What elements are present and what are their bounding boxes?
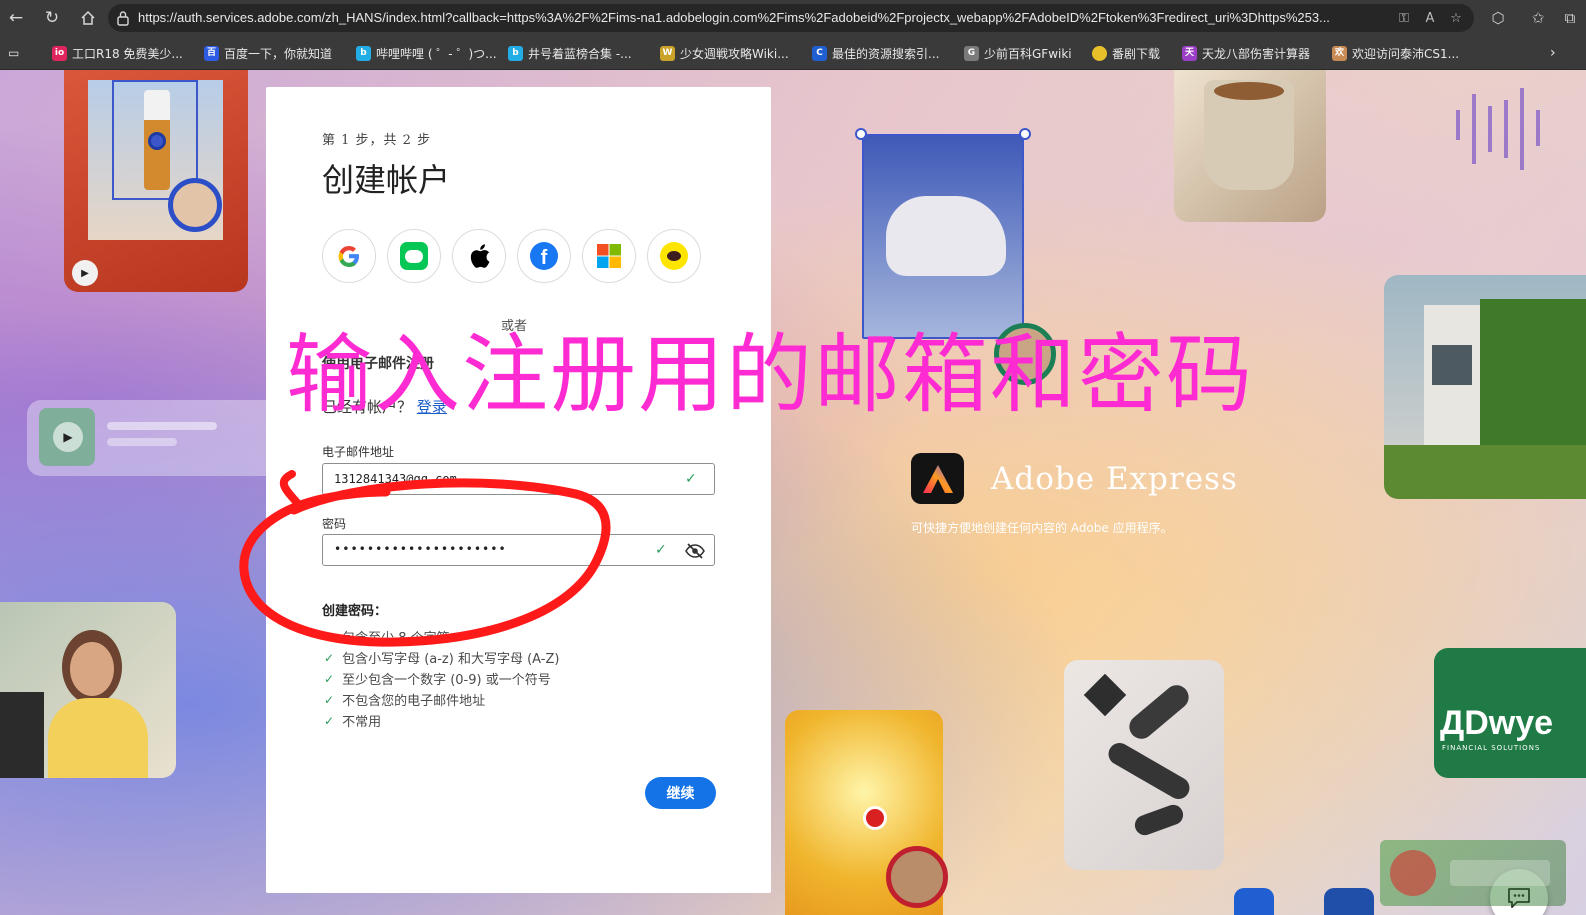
tile-handle xyxy=(1019,128,1031,140)
tile-coffee xyxy=(1174,70,1326,222)
email-label: 电子邮件地址 xyxy=(322,445,395,459)
product-name: Adobe Express xyxy=(991,461,1238,497)
bookmark-item[interactable]: W 少女週戦攻略Wiki... xyxy=(660,44,789,62)
tile-bottom-decor xyxy=(1234,880,1374,915)
apple-signin-button[interactable] xyxy=(452,229,506,283)
tile-audio-wave xyxy=(1448,80,1568,180)
check-icon: ✓ xyxy=(324,692,335,707)
extensions-icon[interactable]: ⬡ xyxy=(1486,6,1510,30)
tile-sneaker xyxy=(862,134,1024,339)
kakao-signin-button[interactable] xyxy=(647,229,701,283)
dwyer-logo-subtext: FINANCIAL SOLUTIONS xyxy=(1442,744,1541,752)
refresh-icon[interactable]: ↻ xyxy=(40,6,64,30)
avatar xyxy=(886,846,948,908)
play-circle-icon: ▶ xyxy=(53,422,83,452)
bookmark-icon: 天 xyxy=(1182,45,1197,61)
address-bar[interactable]: https://auth.services.adobe.com/zh_HANS/… xyxy=(108,4,1474,32)
email-valid-check-icon: ✓ xyxy=(685,471,697,487)
bookmark-item[interactable]: 百百度一下，你就知道 xyxy=(204,44,332,62)
bookmark-item[interactable]: b 井号着蓝榜合集 -... xyxy=(508,44,632,62)
favorite-star-icon[interactable]: ☆ xyxy=(1446,8,1466,28)
bookmark-icon: io xyxy=(52,45,67,61)
bookmark-icon: b xyxy=(356,45,371,61)
product-description: 可快捷方便地创建任何内容的 Adobe 应用程序。 xyxy=(911,521,1173,535)
line-icon xyxy=(400,242,428,270)
bookmark-item[interactable]: 欢欢迎访问泰沛CS1... xyxy=(1332,44,1459,62)
page-title: 创建帐户 xyxy=(322,161,451,199)
read-aloud-icon[interactable]: A xyxy=(1420,8,1440,28)
bookmarks-overflow-icon[interactable]: › xyxy=(1550,44,1556,62)
password-requirement: ✓ 至少包含一个数字 (0-9) 或一个符号 xyxy=(324,671,551,689)
tile-woman-photo xyxy=(0,602,176,778)
line-signin-button[interactable] xyxy=(387,229,441,283)
tile-serum-bottle: ▶ xyxy=(64,70,248,292)
annotation-circle xyxy=(239,470,611,647)
continue-button[interactable]: 继续 xyxy=(645,777,716,809)
lock-icon[interactable] xyxy=(116,10,130,26)
play-icon: ▶ xyxy=(72,260,98,286)
bookmark-icon: W xyxy=(660,45,675,61)
bookmark-icon: 百 xyxy=(204,45,219,61)
bookmark-icon: C xyxy=(812,45,827,61)
bookmark-item[interactable]: G 少前百科GFwiki xyxy=(964,44,1072,62)
hide-password-icon[interactable] xyxy=(685,543,705,559)
password-valid-check-icon: ✓ xyxy=(655,542,667,558)
bookmark-item[interactable]: 天天龙八部伤害计算器 xyxy=(1182,44,1310,62)
bookmark-icon: G xyxy=(964,45,979,61)
tile-video-card: ▶ xyxy=(27,400,279,476)
bookmarks-menu-icon[interactable]: ▭ xyxy=(8,44,19,62)
key-icon[interactable]: ⚿ xyxy=(1394,8,1414,28)
microsoft-signin-button[interactable] xyxy=(582,229,636,283)
bookmark-icon xyxy=(1092,45,1107,61)
bookmarks-bar: ▭ io 工口R18 免费美少... 百百度一下，你就知道 b 哔哩哔哩 ( ゜- … xyxy=(0,36,1586,70)
signup-page: ▶ ▶ ДDwye FINANCIAL SOLUTIONS Adobe Expr… xyxy=(0,70,1586,915)
apple-icon xyxy=(470,244,490,268)
password-requirement: ✓ 不常用 xyxy=(324,713,382,731)
tile-liquid-metal xyxy=(1064,660,1224,870)
back-icon[interactable]: ← xyxy=(4,6,28,30)
google-icon xyxy=(338,246,359,267)
kakao-icon xyxy=(660,242,688,270)
bookmark-icon: 欢 xyxy=(1332,45,1347,61)
tutorial-overlay-text: 输入注册用的邮箱和密码 xyxy=(286,325,1254,425)
dwyer-logo-text: ДDwye xyxy=(1440,704,1554,742)
check-icon: ✓ xyxy=(324,671,335,686)
check-icon: ✓ xyxy=(324,713,335,728)
microsoft-icon xyxy=(597,244,621,268)
bookmark-item[interactable]: b 哔哩哔哩 ( ゜- ゜)つ... xyxy=(356,44,497,62)
facebook-icon: f xyxy=(530,242,558,270)
bookmark-item[interactable]: io 工口R18 免费美少... xyxy=(52,44,183,62)
bookmark-icon: b xyxy=(508,45,523,61)
tile-dwyer-logo: ДDwye FINANCIAL SOLUTIONS xyxy=(1434,648,1586,778)
tile-handle xyxy=(855,128,867,140)
facebook-signin-button[interactable]: f xyxy=(517,229,571,283)
adobe-express-logo xyxy=(911,453,964,504)
browser-toolbar: ← ↻ https://auth.services.adobe.com/zh_H… xyxy=(0,0,1586,36)
collections-icon[interactable]: ⧉ xyxy=(1558,6,1582,30)
favorites-icon[interactable]: ✩ xyxy=(1526,6,1550,30)
tile-house xyxy=(1384,275,1586,499)
google-signin-button[interactable] xyxy=(322,229,376,283)
watermark-logo xyxy=(1380,840,1566,906)
home-icon[interactable] xyxy=(76,6,100,30)
step-indicator: 第 1 步，共 2 步 xyxy=(322,133,432,148)
url-text[interactable]: https://auth.services.adobe.com/zh_HANS/… xyxy=(138,10,1383,25)
bookmark-item[interactable]: C 最佳的资源搜索引... xyxy=(812,44,939,62)
password-requirement: ✓ 不包含您的电子邮件地址 xyxy=(324,692,486,710)
bookmark-item[interactable]: 番剧下载 xyxy=(1092,44,1160,62)
